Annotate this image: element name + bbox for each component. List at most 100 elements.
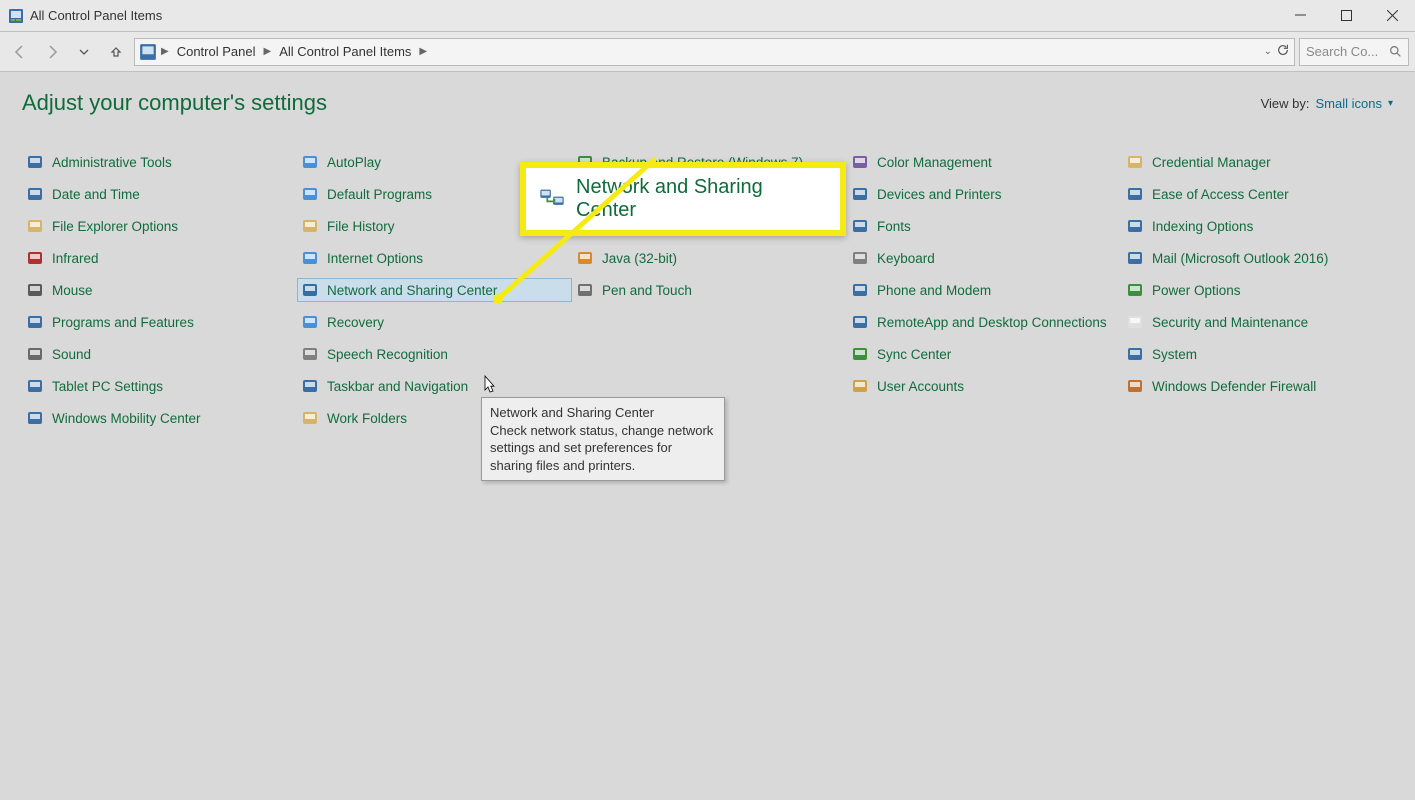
titlebar: All Control Panel Items xyxy=(0,0,1415,32)
cp-item-remoteapp-and-desktop-connections[interactable]: RemoteApp and Desktop Connections xyxy=(847,310,1122,334)
cp-item-file-explorer-options[interactable]: File Explorer Options xyxy=(22,214,297,238)
cp-item-label: System xyxy=(1152,347,1197,362)
refresh-button[interactable] xyxy=(1276,43,1290,60)
breadcrumb-item[interactable]: Control Panel xyxy=(173,42,260,61)
cp-item-security-and-maintenance[interactable]: Security and Maintenance xyxy=(1122,310,1397,334)
cp-item-windows-defender-firewall[interactable]: Windows Defender Firewall xyxy=(1122,374,1397,398)
cp-item-label: AutoPlay xyxy=(327,155,381,170)
cp-item-infrared[interactable]: Infrared xyxy=(22,246,297,270)
breadcrumb-label: Control Panel xyxy=(177,44,256,59)
cp-item-label: File History xyxy=(327,219,395,234)
sound-icon xyxy=(26,345,44,363)
cp-item-label: Administrative Tools xyxy=(52,155,172,170)
indexing-options-icon xyxy=(1126,217,1144,235)
address-bar[interactable]: ▶ Control Panel ▶ All Control Panel Item… xyxy=(134,38,1295,66)
fonts-icon xyxy=(851,217,869,235)
cp-item-label: Credential Manager xyxy=(1152,155,1271,170)
infrared-icon xyxy=(26,249,44,267)
cp-item-credential-manager[interactable]: Credential Manager xyxy=(1122,150,1397,174)
cp-item-label: Internet Options xyxy=(327,251,423,266)
cp-item-label: Recovery xyxy=(327,315,384,330)
search-input[interactable]: Search Co... xyxy=(1299,38,1409,66)
cp-item-administrative-tools[interactable]: Administrative Tools xyxy=(22,150,297,174)
cp-item-label: Indexing Options xyxy=(1152,219,1253,234)
autoplay-icon xyxy=(301,153,319,171)
chevron-right-icon[interactable]: ▶ xyxy=(161,46,169,57)
cp-item-label: Mail (Microsoft Outlook 2016) xyxy=(1152,251,1328,266)
cp-item-taskbar-and-navigation[interactable]: Taskbar and Navigation xyxy=(297,374,572,398)
cp-item-date-and-time[interactable]: Date and Time xyxy=(22,182,297,206)
cp-item-fonts[interactable]: Fonts xyxy=(847,214,1122,238)
credential-manager-icon xyxy=(1126,153,1144,171)
cp-item-label: Windows Mobility Center xyxy=(52,411,201,426)
security-and-maintenance-icon xyxy=(1126,313,1144,331)
cp-item-keyboard[interactable]: Keyboard xyxy=(847,246,1122,270)
cp-item-label: User Accounts xyxy=(877,379,964,394)
address-history-button[interactable]: ⌄ xyxy=(1264,46,1272,57)
main-content: Adjust your computer's settings View by:… xyxy=(0,72,1415,800)
cp-item-internet-options[interactable]: Internet Options xyxy=(297,246,572,270)
network-and-sharing-center-icon xyxy=(301,281,319,299)
header-row: Adjust your computer's settings View by:… xyxy=(22,90,1393,116)
default-programs-icon xyxy=(301,185,319,203)
work-folders-icon xyxy=(301,409,319,427)
back-button[interactable] xyxy=(6,38,34,66)
tooltip-body: Check network status, change network set… xyxy=(490,423,713,473)
cp-item-sound[interactable]: Sound xyxy=(22,342,297,366)
chevron-right-icon[interactable]: ▶ xyxy=(419,46,427,57)
chevron-right-icon[interactable]: ▶ xyxy=(263,46,271,57)
cp-item-network-and-sharing-center[interactable]: Network and Sharing Center xyxy=(297,278,572,302)
address-icon xyxy=(139,43,157,61)
system-icon xyxy=(1126,345,1144,363)
cp-item-user-accounts[interactable]: User Accounts xyxy=(847,374,1122,398)
cp-item-label: Taskbar and Navigation xyxy=(327,379,468,394)
date-and-time-icon xyxy=(26,185,44,203)
cp-item-devices-and-printers[interactable]: Devices and Printers xyxy=(847,182,1122,206)
cp-item-speech-recognition[interactable]: Speech Recognition xyxy=(297,342,572,366)
cp-item-label: Date and Time xyxy=(52,187,140,202)
cp-item-indexing-options[interactable]: Indexing Options xyxy=(1122,214,1397,238)
cp-item-power-options[interactable]: Power Options xyxy=(1122,278,1397,302)
view-by-control[interactable]: View by: Small icons ▾ xyxy=(1261,96,1393,111)
cp-item-tablet-pc-settings[interactable]: Tablet PC Settings xyxy=(22,374,297,398)
breadcrumb-item[interactable]: All Control Panel Items xyxy=(275,42,415,61)
cp-item-label: Keyboard xyxy=(877,251,935,266)
cp-item-label: Windows Defender Firewall xyxy=(1152,379,1316,394)
cp-item-label: Network and Sharing Center xyxy=(327,283,497,298)
cp-item-sync-center[interactable]: Sync Center xyxy=(847,342,1122,366)
mail-microsoft-outlook-2016-icon xyxy=(1126,249,1144,267)
cp-item-programs-and-features[interactable]: Programs and Features xyxy=(22,310,297,334)
cp-item-pen-and-touch[interactable]: Pen and Touch xyxy=(572,278,847,302)
cp-item-label: Java (32-bit) xyxy=(602,251,677,266)
programs-and-features-icon xyxy=(26,313,44,331)
recovery-icon xyxy=(301,313,319,331)
breadcrumb-label: All Control Panel Items xyxy=(279,44,411,59)
cp-item-mail-microsoft-outlook-2016[interactable]: Mail (Microsoft Outlook 2016) xyxy=(1122,246,1397,270)
phone-and-modem-icon xyxy=(851,281,869,299)
tooltip: Network and Sharing Center Check network… xyxy=(481,397,725,481)
cp-item-label: Default Programs xyxy=(327,187,432,202)
cp-item-system[interactable]: System xyxy=(1122,342,1397,366)
internet-options-icon xyxy=(301,249,319,267)
forward-button[interactable] xyxy=(38,38,66,66)
cp-item-phone-and-modem[interactable]: Phone and Modem xyxy=(847,278,1122,302)
close-button[interactable] xyxy=(1369,0,1415,32)
tablet-pc-settings-icon xyxy=(26,377,44,395)
cp-item-recovery[interactable]: Recovery xyxy=(297,310,572,334)
cp-item-color-management[interactable]: Color Management xyxy=(847,150,1122,174)
file-history-icon xyxy=(301,217,319,235)
chevron-down-icon: ▾ xyxy=(1388,98,1393,109)
cp-item-label: Work Folders xyxy=(327,411,407,426)
maximize-button[interactable] xyxy=(1323,0,1369,32)
cp-item-windows-mobility-center[interactable]: Windows Mobility Center xyxy=(22,406,297,430)
control-panel-icon xyxy=(8,8,24,24)
cp-item-ease-of-access-center[interactable]: Ease of Access Center xyxy=(1122,182,1397,206)
recent-locations-button[interactable] xyxy=(70,38,98,66)
color-management-icon xyxy=(851,153,869,171)
up-button[interactable] xyxy=(102,38,130,66)
administrative-tools-icon xyxy=(26,153,44,171)
minimize-button[interactable] xyxy=(1277,0,1323,32)
cp-item-mouse[interactable]: Mouse xyxy=(22,278,297,302)
cp-item-java-32-bit[interactable]: Java (32-bit) xyxy=(572,246,847,270)
cp-item-label: Pen and Touch xyxy=(602,283,692,298)
